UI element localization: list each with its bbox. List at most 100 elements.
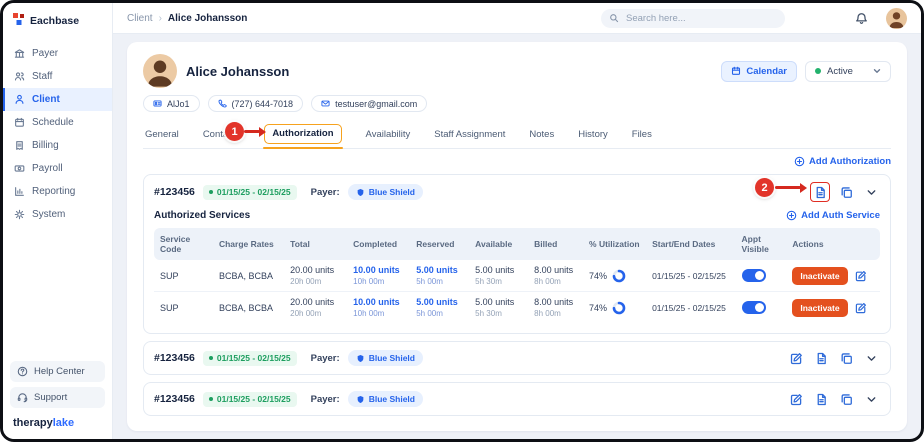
col-start-end-dates: Start/End Dates xyxy=(646,228,735,260)
expand-button[interactable] xyxy=(862,390,880,408)
view-document-button[interactable] xyxy=(812,349,830,367)
sidebar-item-help-center[interactable]: Help Center xyxy=(10,361,105,382)
col-utilization: % Utilization xyxy=(583,228,646,260)
collapse-button[interactable] xyxy=(862,183,880,201)
green-dot xyxy=(209,356,213,360)
authorization-header-actions xyxy=(810,182,880,202)
notification-bell-icon[interactable] xyxy=(855,12,868,25)
status-dropdown[interactable]: Active xyxy=(805,61,891,82)
edit-pencil-icon xyxy=(855,270,867,282)
tab-files[interactable]: Files xyxy=(632,123,652,148)
breadcrumb-separator: › xyxy=(159,13,162,24)
app-logo-icon xyxy=(13,12,25,30)
tab-authorization[interactable]: Authorization xyxy=(264,124,341,144)
payer-label: Payer: xyxy=(311,394,340,405)
authorization-number: #123456 xyxy=(154,352,195,364)
service-row: SUP BCBA, BCBA 20.00 units20h 00m 10.00 … xyxy=(154,260,880,292)
tab-general[interactable]: General xyxy=(145,123,179,148)
green-dot xyxy=(209,190,213,194)
client-avatar xyxy=(143,54,177,88)
sidebar-item-support[interactable]: Support xyxy=(10,387,105,408)
calendar-icon xyxy=(14,117,25,128)
sidebar-item-reporting[interactable]: Reporting xyxy=(3,180,112,203)
authorization-dates-badge: 01/15/25 - 02/15/25 xyxy=(203,185,297,200)
add-authorization-button[interactable]: Add Authorization xyxy=(794,156,891,167)
shield-icon xyxy=(356,188,365,197)
annotation-step-2: 2 xyxy=(755,178,774,197)
status-value: Active xyxy=(827,66,853,77)
search-bar[interactable] xyxy=(601,9,785,28)
user-avatar[interactable] xyxy=(886,8,907,29)
sidebar-item-client[interactable]: Client xyxy=(3,88,112,111)
inactivate-button[interactable]: Inactivate xyxy=(792,299,847,317)
sidebar-item-system[interactable]: System xyxy=(3,203,112,226)
plus-circle-icon xyxy=(794,156,805,167)
tab-availability[interactable]: Availability xyxy=(366,123,411,148)
appt-visible-toggle[interactable] xyxy=(742,301,766,314)
col-actions: Actions xyxy=(786,228,880,260)
tab-notes[interactable]: Notes xyxy=(529,123,554,148)
document-icon xyxy=(815,352,828,365)
sidebar-nav: Payer Staff Client Schedule Billing Payr… xyxy=(3,42,112,226)
view-document-button[interactable] xyxy=(812,390,830,408)
sidebar-spacer xyxy=(3,226,112,361)
add-auth-service-button[interactable]: Add Auth Service xyxy=(786,210,880,221)
actions-cell: Inactivate xyxy=(792,299,874,317)
utilization-cell: 74% xyxy=(589,301,640,315)
sidebar-item-billing[interactable]: Billing xyxy=(3,134,112,157)
status-dot xyxy=(815,68,821,74)
calendar-icon xyxy=(731,66,741,76)
search-input[interactable] xyxy=(624,12,777,25)
envelope-icon xyxy=(321,99,330,108)
content-area: Alice Johansson Calendar Active xyxy=(113,34,921,439)
sidebar-item-schedule[interactable]: Schedule xyxy=(3,111,112,134)
people-icon xyxy=(14,71,25,82)
annotation-arrow-1 xyxy=(244,130,260,133)
edit-service-button[interactable] xyxy=(855,302,867,314)
app-window: Eachbase Payer Staff Client Schedule Bil… xyxy=(0,0,924,442)
col-available: Available xyxy=(469,228,528,260)
breadcrumb-section[interactable]: Client xyxy=(127,13,153,24)
charge-rates: BCBA, BCBA xyxy=(219,303,278,313)
sidebar-item-payer[interactable]: Payer xyxy=(3,42,112,65)
id-card-icon xyxy=(153,99,162,108)
service-code: SUP xyxy=(160,303,207,313)
authorization-header-actions xyxy=(787,390,880,408)
start-end-dates: 01/15/25 - 02/15/25 xyxy=(652,303,729,313)
phone-icon xyxy=(218,99,227,108)
shield-icon xyxy=(356,354,365,363)
authorization-card-expanded: #123456 01/15/25 - 02/15/25 Payer: Blue … xyxy=(143,174,891,334)
edit-authorization-button[interactable] xyxy=(787,349,805,367)
copy-button[interactable] xyxy=(837,349,855,367)
payer-label: Payer: xyxy=(311,353,340,364)
chevron-down-icon xyxy=(873,67,881,75)
main-area: Client › Alice Johansson Alice Johans xyxy=(113,3,921,439)
app-logo[interactable]: Eachbase xyxy=(3,3,112,36)
help-icon xyxy=(17,366,28,377)
payer-badge: Blue Shield xyxy=(348,350,423,366)
edit-service-button[interactable] xyxy=(855,270,867,282)
sidebar-item-staff[interactable]: Staff xyxy=(3,65,112,88)
chevron-down-icon xyxy=(865,352,878,365)
col-appt-visible: Appt Visible xyxy=(736,228,787,260)
tab-staff-assignment[interactable]: Staff Assignment xyxy=(434,123,505,148)
tab-history[interactable]: History xyxy=(578,123,608,148)
therapylake-logo: therapylake xyxy=(3,408,112,439)
authorized-services-table: Service Code Charge Rates Total Complete… xyxy=(154,228,880,323)
edit-authorization-button[interactable] xyxy=(787,390,805,408)
edit-pencil-icon xyxy=(790,393,803,406)
client-code-chip: AlJo1 xyxy=(143,95,200,112)
service-row: SUP BCBA, BCBA 20.00 units20h 00m 10.00 … xyxy=(154,292,880,324)
copy-button[interactable] xyxy=(837,390,855,408)
payer-label: Payer: xyxy=(311,187,340,198)
appt-visible-toggle[interactable] xyxy=(742,269,766,282)
copy-button[interactable] xyxy=(837,183,855,201)
authorization-header-actions xyxy=(787,349,880,367)
calendar-button[interactable]: Calendar xyxy=(721,61,797,82)
view-document-button[interactable] xyxy=(810,182,830,202)
sidebar-item-payroll[interactable]: Payroll xyxy=(3,157,112,180)
inactivate-button[interactable]: Inactivate xyxy=(792,267,847,285)
authorized-services-row: Authorized Services Add Auth Service xyxy=(144,209,890,225)
expand-button[interactable] xyxy=(862,349,880,367)
sidebar-footer: Help Center Support xyxy=(3,361,112,408)
